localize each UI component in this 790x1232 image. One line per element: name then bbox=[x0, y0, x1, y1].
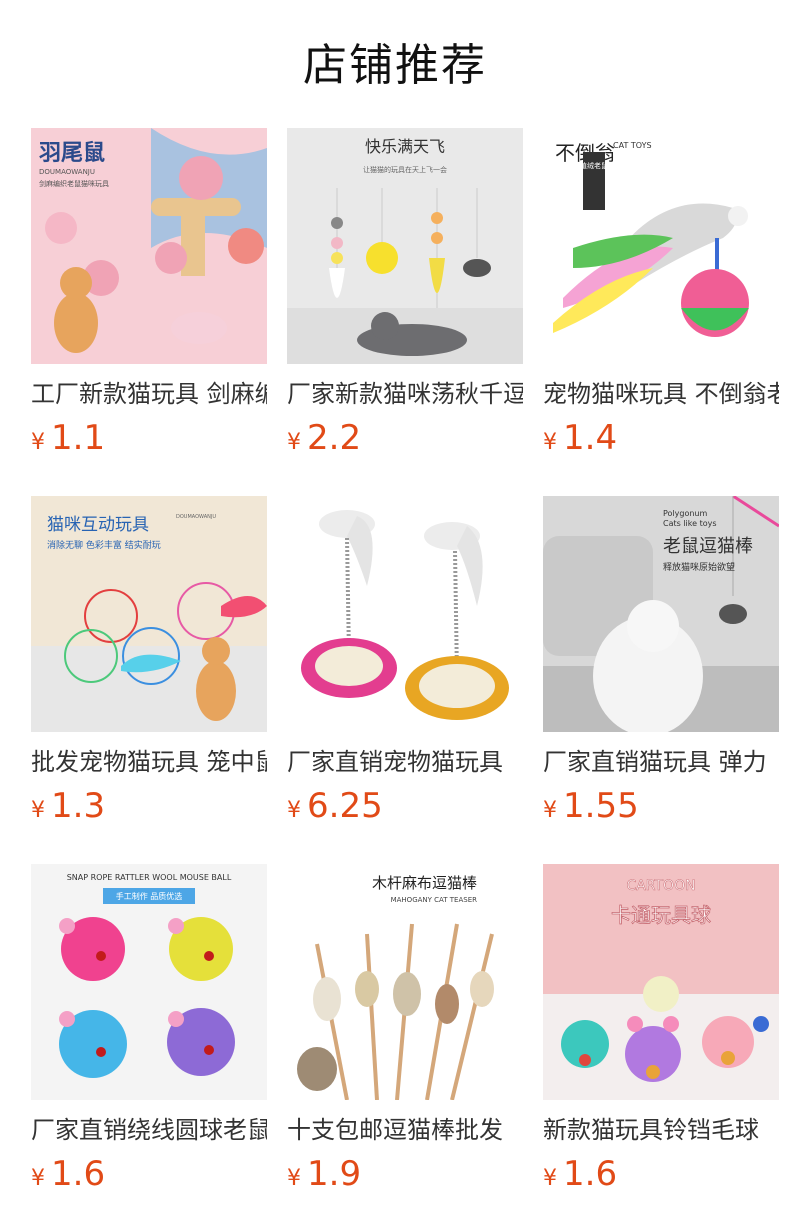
product-image[interactable]: 羽尾鼠 DOUMAOWANJU 剑麻编织老鼠猫咪玩具 bbox=[31, 128, 267, 364]
product-card[interactable]: CARTOON 卡通玩具球 新款猫玩具铃铛毛球 ¥1.6 bbox=[543, 864, 779, 1232]
product-price: ¥1.3 bbox=[31, 784, 267, 828]
product-price: ¥1.1 bbox=[31, 416, 267, 460]
product-image[interactable]: 不倒翁 CAT TOYS 植绒老鼠 bbox=[543, 128, 779, 364]
product-price: ¥1.6 bbox=[543, 1152, 779, 1196]
product-name[interactable]: 厂家直销宠物猫玩具 bbox=[287, 746, 523, 778]
product-name[interactable]: 批发宠物猫玩具 笼中鼠 bbox=[31, 746, 267, 778]
image-heading: 快乐满天飞 bbox=[365, 137, 445, 156]
price-value: 1.4 bbox=[563, 418, 618, 458]
product-price: ¥6.25 bbox=[287, 784, 523, 828]
product-image[interactable] bbox=[287, 496, 523, 732]
currency-symbol: ¥ bbox=[287, 1166, 301, 1191]
product-card[interactable]: 羽尾鼠 DOUMAOWANJU 剑麻编织老鼠猫咪玩具 工厂新款猫玩具 剑麻编织老… bbox=[31, 128, 267, 496]
image-sub2: Cats like toys bbox=[663, 519, 717, 528]
product-card[interactable]: 猫咪互动玩具 DOUMAOWANJU 消除无聊 色彩丰富 结实耐玩 批发宠物猫玩… bbox=[31, 496, 267, 864]
image-sub: Polygonum bbox=[663, 509, 708, 518]
product-image[interactable]: 快乐满天飞 让猫猫的玩具在天上飞一会 bbox=[287, 128, 523, 364]
image-sub3: 释放猫咪原始欲望 bbox=[663, 561, 735, 573]
product-grid: 羽尾鼠 DOUMAOWANJU 剑麻编织老鼠猫咪玩具 工厂新款猫玩具 剑麻编织老… bbox=[31, 128, 779, 1232]
currency-symbol: ¥ bbox=[543, 430, 557, 455]
product-card[interactable]: Polygonum Cats like toys 老鼠逗猫棒 释放猫咪原始欲望 … bbox=[543, 496, 779, 864]
price-value: 1.1 bbox=[51, 418, 106, 458]
image-sub: 手工制作 品质优选 bbox=[116, 891, 183, 901]
image-sub: DOUMAOWANJU bbox=[176, 514, 216, 520]
currency-symbol: ¥ bbox=[287, 430, 301, 455]
image-sub2: 剑麻编织老鼠猫咪玩具 bbox=[39, 179, 109, 188]
image-heading: SNAP ROPE RATTLER WOOL MOUSE BALL bbox=[67, 873, 232, 882]
price-value: 1.9 bbox=[307, 1154, 362, 1194]
price-value: 1.55 bbox=[563, 786, 639, 826]
product-card[interactable]: 木杆麻布逗猫棒 MAHOGANY CAT TEASER 十支包邮逗猫棒批发 ¥1… bbox=[287, 864, 523, 1232]
product-price: ¥1.4 bbox=[543, 416, 779, 460]
product-name[interactable]: 厂家直销绕线圆球老鼠 bbox=[31, 1114, 267, 1146]
image-sub: DOUMAOWANJU bbox=[39, 168, 95, 176]
product-price: ¥2.2 bbox=[287, 416, 523, 460]
page-title: 店铺推荐 bbox=[303, 40, 487, 91]
image-heading: 羽尾鼠 bbox=[39, 141, 105, 166]
price-value: 1.6 bbox=[51, 1154, 106, 1194]
product-image[interactable]: CARTOON 卡通玩具球 bbox=[543, 864, 779, 1100]
image-heading: CARTOON bbox=[626, 878, 695, 894]
currency-symbol: ¥ bbox=[543, 1166, 557, 1191]
product-name[interactable]: 厂家直销猫玩具 弹力 bbox=[543, 746, 779, 778]
image-sub2: 植绒老鼠 bbox=[580, 161, 608, 170]
image-sub2: 消除无聊 色彩丰富 结实耐玩 bbox=[47, 539, 161, 551]
currency-symbol: ¥ bbox=[543, 798, 557, 823]
product-price: ¥1.9 bbox=[287, 1152, 523, 1196]
image-sub: 卡通玩具球 bbox=[611, 903, 711, 927]
price-value: 6.25 bbox=[307, 786, 383, 826]
product-price: ¥1.6 bbox=[31, 1152, 267, 1196]
image-sub: MAHOGANY CAT TEASER bbox=[391, 896, 478, 904]
currency-symbol: ¥ bbox=[31, 1166, 45, 1191]
currency-symbol: ¥ bbox=[31, 798, 45, 823]
product-image[interactable]: SNAP ROPE RATTLER WOOL MOUSE BALL 手工制作 品… bbox=[31, 864, 267, 1100]
price-value: 2.2 bbox=[307, 418, 362, 458]
product-name[interactable]: 厂家新款猫咪荡秋千逗猫 bbox=[287, 378, 523, 410]
currency-symbol: ¥ bbox=[31, 430, 45, 455]
product-image[interactable]: 木杆麻布逗猫棒 MAHOGANY CAT TEASER bbox=[287, 864, 523, 1100]
product-image[interactable]: Polygonum Cats like toys 老鼠逗猫棒 释放猫咪原始欲望 bbox=[543, 496, 779, 732]
product-card[interactable]: 厂家直销宠物猫玩具 ¥6.25 bbox=[287, 496, 523, 864]
product-price: ¥1.55 bbox=[543, 784, 779, 828]
image-heading: 木杆麻布逗猫棒 bbox=[372, 874, 477, 892]
product-name[interactable]: 工厂新款猫玩具 剑麻编织老鼠 bbox=[31, 378, 267, 410]
product-card[interactable]: SNAP ROPE RATTLER WOOL MOUSE BALL 手工制作 品… bbox=[31, 864, 267, 1232]
price-value: 1.6 bbox=[563, 1154, 618, 1194]
image-heading: 猫咪互动玩具 bbox=[47, 515, 149, 535]
product-card[interactable]: 不倒翁 CAT TOYS 植绒老鼠 宠物猫咪玩具 不倒翁老鼠 ¥1.4 bbox=[543, 128, 779, 496]
product-card[interactable]: 快乐满天飞 让猫猫的玩具在天上飞一会 厂家新款猫咪荡秋千逗猫 ¥2.2 bbox=[287, 128, 523, 496]
image-sub: CAT TOYS bbox=[613, 141, 652, 150]
product-name[interactable]: 宠物猫咪玩具 不倒翁老鼠 bbox=[543, 378, 779, 410]
product-name[interactable]: 十支包邮逗猫棒批发 bbox=[287, 1114, 523, 1146]
image-heading: 老鼠逗猫棒 bbox=[663, 536, 753, 557]
product-name[interactable]: 新款猫玩具铃铛毛球 bbox=[543, 1114, 779, 1146]
product-image[interactable]: 猫咪互动玩具 DOUMAOWANJU 消除无聊 色彩丰富 结实耐玩 bbox=[31, 496, 267, 732]
currency-symbol: ¥ bbox=[287, 798, 301, 823]
image-sub: 让猫猫的玩具在天上飞一会 bbox=[363, 165, 447, 174]
price-value: 1.3 bbox=[51, 786, 106, 826]
